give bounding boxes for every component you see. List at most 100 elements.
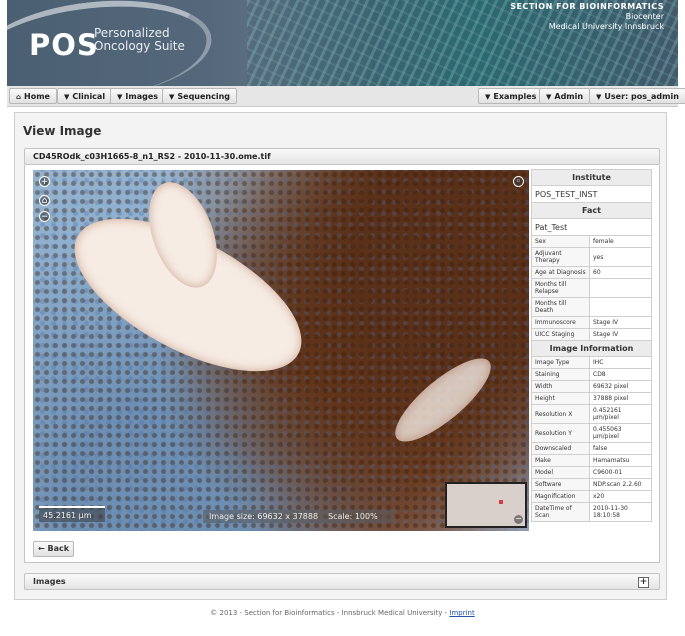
fact-row: Adjuvant Therapy yes	[531, 247, 652, 267]
home-icon: ⌂	[16, 93, 22, 101]
nav-examples-button[interactable]: ▼ Examples	[478, 88, 544, 104]
info-value: 2010-11-30 18:10:58	[589, 502, 652, 522]
fact-key: UICC Staging	[531, 328, 590, 341]
fact-value: 60	[589, 266, 652, 279]
zoom-out-icon[interactable]: −	[39, 211, 50, 222]
info-row: Width 69632 pixel	[531, 380, 652, 393]
navigator-minimap[interactable]: −	[445, 482, 527, 528]
info-value: x20	[589, 490, 652, 503]
nav-user-label: User: pos_admin	[604, 92, 679, 101]
nav-examples-label: Examples	[493, 92, 537, 101]
info-row: Software NDP.scan 2.2.60	[531, 478, 652, 491]
page-title: View Image	[23, 124, 102, 138]
logo-mark[interactable]: POS	[29, 28, 99, 62]
org-line-1: SECTION FOR BIOINFORMATICS	[510, 2, 664, 11]
caret-down-icon: ▼	[117, 93, 123, 101]
expand-plus-icon[interactable]: +	[638, 577, 649, 588]
patient-name: Pat_Test	[531, 218, 652, 236]
nav-sequencing-button[interactable]: ▼ Sequencing	[162, 88, 238, 104]
info-key: DateTime of Scan	[531, 502, 590, 522]
nav-images-label: Images	[125, 92, 159, 101]
institute-value: POS_TEST_INST	[531, 185, 652, 203]
info-value: NDP.scan 2.2.60	[589, 478, 652, 491]
fact-header: Fact	[531, 202, 652, 219]
nav-sequencing-label: Sequencing	[177, 92, 231, 101]
image-size-overlay: Image size: 69632 x 37888 Scale: 100%	[203, 510, 394, 523]
info-row: DateTime of Scan 2010-11-30 18:10:58	[531, 502, 652, 522]
scale-bar: 45.2161 μm	[39, 506, 105, 522]
info-key: Resolution X	[531, 404, 590, 424]
nav-user-button[interactable]: ▼ User: pos_admin	[589, 88, 685, 104]
info-key: Width	[531, 380, 590, 393]
minimize-icon[interactable]: −	[514, 515, 523, 524]
fact-value: Stage IV	[589, 328, 652, 341]
fact-row: Months till Death	[531, 297, 652, 317]
info-value: false	[589, 442, 652, 455]
info-value: C9600-01	[589, 466, 652, 479]
back-label: Back	[47, 544, 70, 553]
info-value: Hamamatsu	[589, 454, 652, 467]
info-row: Downscaled false	[531, 442, 652, 455]
fact-value: female	[589, 235, 652, 248]
images-section-label: Images	[33, 577, 66, 586]
info-key: Software	[531, 478, 590, 491]
info-key: Model	[531, 466, 590, 479]
info-value: 37888 pixel	[589, 392, 652, 405]
info-key: Staining	[531, 368, 590, 381]
nav-clinical-button[interactable]: ▼ Clinical	[57, 88, 113, 104]
fact-value	[589, 278, 652, 298]
info-row: Make Hamamatsu	[531, 454, 652, 467]
fullscreen-icon[interactable]: ◦	[513, 176, 524, 187]
nav-admin-button[interactable]: ▼ Admin	[539, 88, 591, 104]
fact-value	[589, 297, 652, 317]
fact-key: Months till Death	[531, 297, 590, 317]
caret-down-icon: ▼	[485, 93, 491, 101]
fact-key: Immunoscore	[531, 316, 590, 329]
info-value: 0.455063 μm/pixel	[589, 423, 652, 443]
fact-key: Adjuvant Therapy	[531, 247, 590, 267]
image-panel-header: CD45ROdk_c03H1665-8_n1_RS2 - 2010-11-30.…	[24, 148, 660, 165]
info-row: Model C9600-01	[531, 466, 652, 479]
info-key: Downscaled	[531, 442, 590, 455]
info-value: 0.452161 μm/pixel	[589, 404, 652, 424]
fact-row: Sex female	[531, 235, 652, 248]
info-row: Staining CD8	[531, 368, 652, 381]
institute-header: Institute	[531, 169, 652, 186]
imprint-link[interactable]: Imprint	[449, 609, 474, 617]
fact-key: Sex	[531, 235, 590, 248]
info-value: CD8	[589, 368, 652, 381]
zoom-in-icon[interactable]: +	[39, 176, 50, 187]
info-row: Height 37888 pixel	[531, 392, 652, 405]
info-value: IHC	[589, 356, 652, 369]
image-scale-text: Scale: 100%	[328, 512, 378, 521]
home-view-icon[interactable]: ⌂	[39, 195, 50, 206]
info-key: Make	[531, 454, 590, 467]
image-size-text: Image size: 69632 x 37888	[209, 512, 319, 521]
info-row: Resolution Y 0.455063 μm/pixel	[531, 423, 652, 443]
info-key: Resolution Y	[531, 423, 590, 443]
caret-down-icon: ▼	[596, 93, 602, 101]
info-row: Image Type IHC	[531, 356, 652, 369]
fact-key: Age at Diagnosis	[531, 266, 590, 279]
fact-key: Months till Relapse	[531, 278, 590, 298]
nav-home-label: Home	[24, 92, 50, 101]
fact-row: Age at Diagnosis 60	[531, 266, 652, 279]
footer-text: © 2013 - Section for Bioinformatics - In…	[210, 609, 450, 617]
image-viewer[interactable]: + ⌂ − ◦ 45.2161 μm Image size: 69632 x 3…	[33, 170, 529, 531]
caret-down-icon: ▼	[546, 93, 552, 101]
org-line-3: Medical University Innsbruck	[548, 22, 664, 31]
caret-down-icon: ▼	[169, 93, 175, 101]
info-key: Image Type	[531, 356, 590, 369]
nav-images-button[interactable]: ▼ Images	[110, 88, 166, 104]
nav-admin-label: Admin	[554, 92, 584, 101]
org-line-2: Biocenter	[625, 12, 664, 21]
caret-down-icon: ▼	[64, 93, 70, 101]
header-banner: POS Personalized Oncology Suite SECTION …	[7, 0, 678, 86]
logo-text: Personalized Oncology Suite	[94, 26, 185, 53]
back-button[interactable]: ← Back	[33, 541, 74, 557]
info-row: Resolution X 0.452161 μm/pixel	[531, 404, 652, 424]
info-key: Magnification	[531, 490, 590, 503]
images-section-header[interactable]: Images +	[24, 573, 660, 590]
image-info-header: Image Information	[531, 340, 652, 357]
nav-home-button[interactable]: ⌂ Home	[9, 88, 57, 104]
